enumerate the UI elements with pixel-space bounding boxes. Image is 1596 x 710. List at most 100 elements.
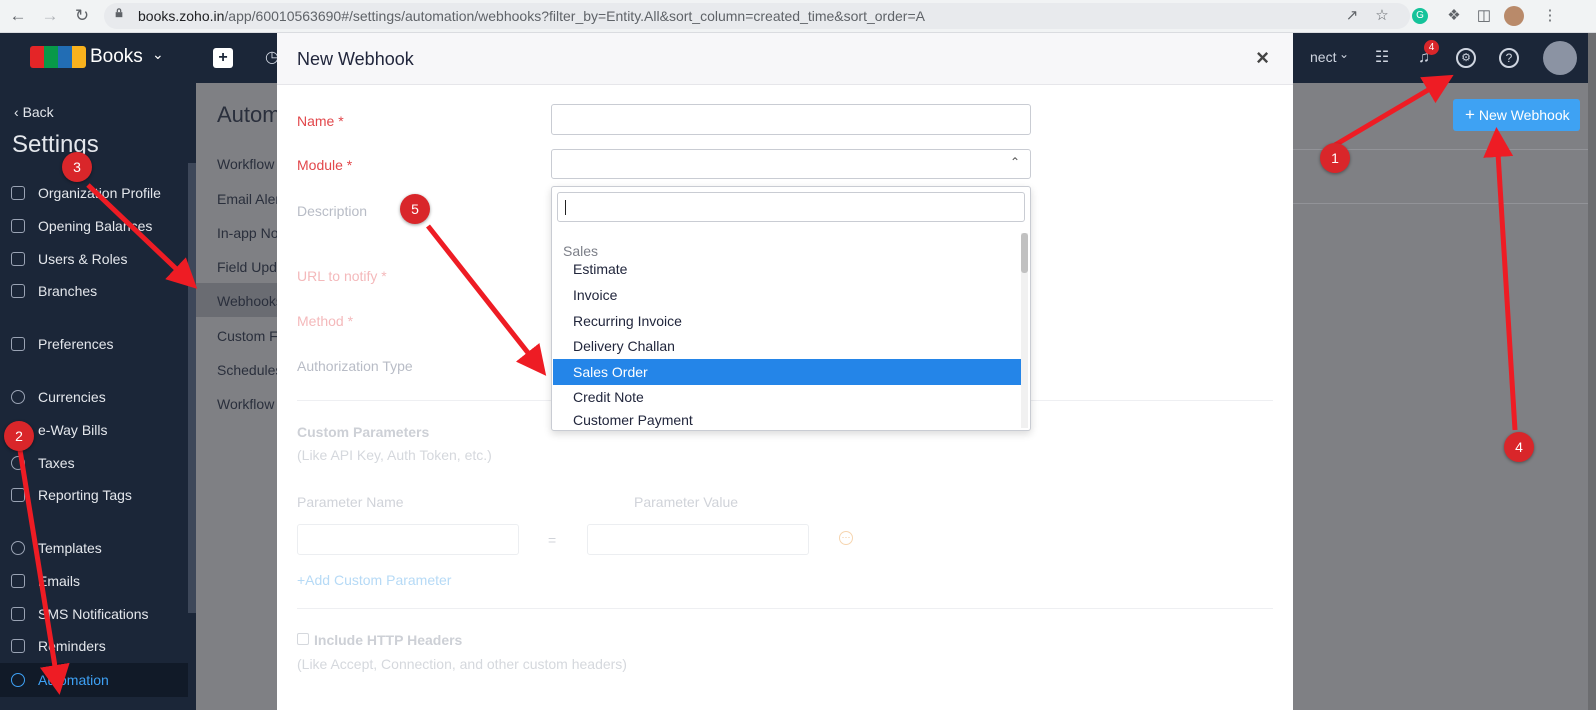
sidebar-item-users-roles[interactable]: Users & Roles xyxy=(0,244,188,274)
sidebar-item-preferences[interactable]: Preferences xyxy=(0,329,188,359)
custom-params-hint: (Like API Key, Auth Token, etc.) xyxy=(297,447,492,463)
submenu-workflow-logs[interactable]: Workflow xyxy=(217,396,274,412)
quick-create-icon[interactable]: + xyxy=(213,48,233,68)
sidebar-item-reporting-tags[interactable]: Reporting Tags xyxy=(0,480,188,510)
settings-sidebar: ‹ Back Settings Organization Profile Ope… xyxy=(0,83,196,710)
building-icon xyxy=(11,186,25,200)
currency-icon xyxy=(11,390,25,404)
url-label: URL to notify * xyxy=(297,268,387,284)
gear-icon[interactable]: ⚙ xyxy=(1456,48,1476,68)
param-name-header: Parameter Name xyxy=(297,494,404,510)
text-caret xyxy=(565,200,566,215)
plus-icon: + xyxy=(1465,105,1475,124)
include-headers-hint: (Like Accept, Connection, and other cust… xyxy=(297,656,627,672)
name-label: Name * xyxy=(297,113,344,129)
add-custom-parameter-link[interactable]: +Add Custom Parameter xyxy=(297,572,451,588)
dropdown-option-estimate[interactable]: Estimate xyxy=(553,256,1022,282)
sliders-icon xyxy=(11,337,25,351)
brand-area[interactable]: Books ⌄ xyxy=(0,33,196,83)
sms-icon xyxy=(11,607,25,621)
profile-avatar-icon[interactable] xyxy=(1504,6,1524,26)
close-icon[interactable]: × xyxy=(1256,45,1269,71)
module-select[interactable]: ⌃ xyxy=(551,149,1031,179)
brand-name: Books xyxy=(90,46,143,67)
dropdown-option-delivery-challan[interactable]: Delivery Challan xyxy=(553,333,1022,359)
modal-header: New Webhook × xyxy=(277,33,1293,85)
sidebar-item-currencies[interactable]: Currencies xyxy=(0,382,188,412)
sidebar-item-reminders[interactable]: Reminders xyxy=(0,631,188,661)
param-name-input[interactable] xyxy=(297,524,519,555)
lock-icon xyxy=(115,8,123,18)
method-label: Method * xyxy=(297,313,354,329)
submenu-email-alerts[interactable]: Email Aler xyxy=(217,191,280,207)
submenu-in-app-notifications[interactable]: In-app No xyxy=(217,225,278,241)
submenu-custom-functions[interactable]: Custom Fu xyxy=(217,328,285,344)
dropdown-option-recurring-invoice[interactable]: Recurring Invoice xyxy=(553,308,1022,334)
module-search-input[interactable] xyxy=(557,192,1025,222)
sidebar-item-branches[interactable]: Branches xyxy=(0,276,188,306)
page-scrollbar[interactable] xyxy=(1588,33,1596,710)
automation-page-title: Autom xyxy=(217,102,281,127)
custom-params-title: Custom Parameters xyxy=(297,424,430,440)
url-text: books.zoho.in/app/60010563690#/settings/… xyxy=(138,8,925,24)
star-icon[interactable]: ☆ xyxy=(1372,6,1392,26)
extensions-icon[interactable]: ❖ xyxy=(1444,6,1464,26)
sidebar-item-organization-profile[interactable]: Organization Profile xyxy=(0,178,188,208)
sidebar-item-templates[interactable]: Templates xyxy=(0,533,188,563)
submenu-field-updates[interactable]: Field Upda xyxy=(217,259,285,275)
sidebar-scrollbar[interactable] xyxy=(188,163,196,613)
menu-icon[interactable]: ⋮ xyxy=(1540,6,1560,26)
users-icon[interactable]: ☷ xyxy=(1370,46,1394,70)
module-dropdown: Sales Estimate Invoice Recurring Invoice… xyxy=(551,186,1031,431)
sidepanel-icon[interactable]: ◫ xyxy=(1474,6,1494,26)
include-headers-checkbox[interactable] xyxy=(297,633,309,645)
percent-icon xyxy=(11,456,25,470)
submenu-schedules[interactable]: Schedules xyxy=(217,362,282,378)
sidebar-item-automation[interactable]: Automation xyxy=(0,663,188,697)
dropdown-option-customer-payment[interactable]: Customer Payment xyxy=(553,410,1022,430)
mail-icon xyxy=(11,574,25,588)
new-webhook-button[interactable]: + New Webhook xyxy=(1453,99,1580,131)
dropdown-option-invoice[interactable]: Invoice xyxy=(553,282,1022,308)
submenu-workflow-rules[interactable]: Workflow xyxy=(217,156,274,172)
dropdown-option-credit-note[interactable]: Credit Note xyxy=(553,384,1022,410)
user-avatar[interactable] xyxy=(1543,41,1577,75)
share-icon[interactable]: ↗ xyxy=(1342,6,1362,26)
name-input[interactable] xyxy=(551,104,1031,135)
section-divider-2 xyxy=(297,608,1273,609)
modal-title: New Webhook xyxy=(297,49,414,69)
notification-badge: 4 xyxy=(1424,40,1439,55)
more-options-icon[interactable]: ⋯ xyxy=(839,531,853,545)
header-divider-2 xyxy=(1293,203,1596,204)
ledger-icon xyxy=(11,219,25,233)
submenu-webhooks[interactable]: Webhooks xyxy=(217,293,283,309)
help-icon[interactable]: ? xyxy=(1499,48,1519,68)
equals-sign: = xyxy=(548,532,557,548)
reload-icon[interactable]: ↻ xyxy=(70,5,94,27)
sidebar-item-taxes[interactable]: Taxes xyxy=(0,448,188,478)
sidebar-item-opening-balances[interactable]: Opening Balances xyxy=(0,211,188,241)
connect-menu[interactable]: nect xyxy=(1310,49,1336,65)
step-marker-3: 3 xyxy=(62,152,92,182)
user-icon xyxy=(11,252,25,266)
forward-arrow-icon[interactable]: → xyxy=(38,5,62,27)
connect-chevron-icon: ⌄ xyxy=(1339,47,1350,61)
address-bar[interactable]: books.zoho.in/app/60010563690#/settings/… xyxy=(104,3,1410,29)
browser-toolbar: ← → ↻ books.zoho.in/app/60010563690#/set… xyxy=(0,0,1596,33)
new-webhook-modal: New Webhook × Name * Module * ⌃ Descript… xyxy=(277,33,1293,710)
dropdown-option-sales-order[interactable]: Sales Order xyxy=(553,359,1022,385)
dropdown-scroll-thumb[interactable] xyxy=(1021,233,1028,273)
step-marker-4: 4 xyxy=(1504,432,1534,462)
back-link[interactable]: ‹ Back xyxy=(14,104,54,120)
grammarly-icon[interactable]: G xyxy=(1412,8,1428,24)
back-arrow-icon[interactable]: ← xyxy=(6,5,30,27)
dropdown-scrollbar[interactable] xyxy=(1021,233,1028,428)
zoho-logo-icon xyxy=(30,46,86,68)
sidebar-item-sms-notifications[interactable]: SMS Notifications xyxy=(0,599,188,629)
chevron-up-icon: ⌃ xyxy=(1009,155,1020,169)
step-marker-1: 1 xyxy=(1320,143,1350,173)
include-headers-label: Include HTTP Headers xyxy=(314,632,463,648)
sidebar-item-emails[interactable]: Emails xyxy=(0,566,188,596)
param-value-input[interactable] xyxy=(587,524,809,555)
bell-small-icon xyxy=(11,639,25,653)
